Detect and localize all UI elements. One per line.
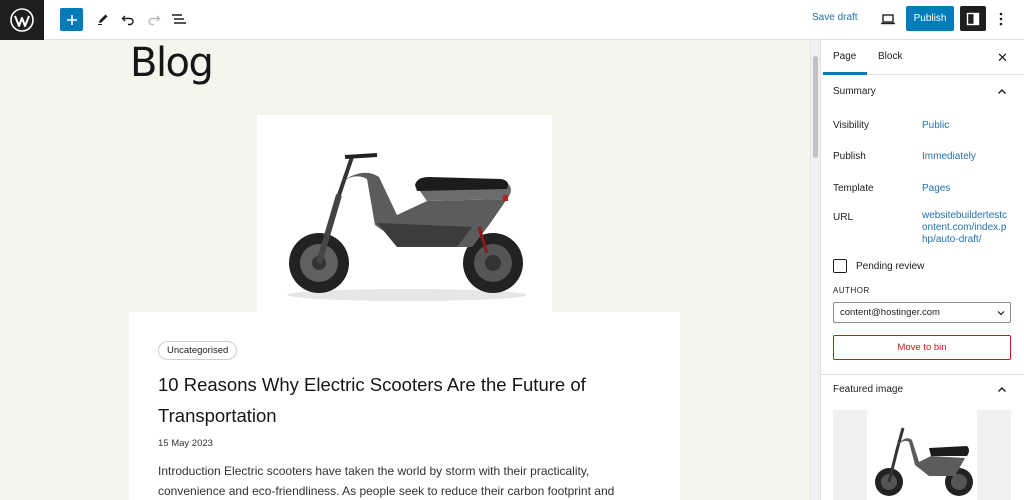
publish-label: Publish — [833, 151, 866, 162]
undo-icon — [121, 15, 134, 26]
pending-review-checkbox[interactable] — [833, 259, 847, 273]
template-label: Template — [833, 183, 874, 194]
summary-heading[interactable]: Summary — [833, 86, 876, 97]
post-title[interactable]: 10 Reasons Why Electric Scooters Are the… — [158, 369, 648, 431]
tab-block[interactable]: Block — [878, 51, 902, 62]
category-tag[interactable]: Uncategorised — [158, 341, 238, 360]
url-label: URL — [833, 212, 854, 223]
list-view-icon — [172, 14, 186, 24]
featured-image-block[interactable] — [257, 115, 552, 313]
editor-canvas[interactable]: Blog Uncategorised 10 Reasons Why Electr… — [0, 40, 810, 500]
laptop-icon — [881, 14, 895, 25]
settings-sidebar: Page Block ✕ Summary Visibility Public P… — [820, 40, 1024, 500]
post-excerpt: Introduction Electric scooters have take… — [158, 464, 615, 498]
featured-image-thumbnail — [867, 410, 977, 500]
chevron-up-icon[interactable] — [997, 385, 1007, 395]
chevron-down-icon — [997, 311, 1005, 316]
chevron-up-icon[interactable] — [997, 87, 1007, 97]
author-select-value: content@hostinger.com — [840, 307, 940, 318]
pencil-icon — [98, 14, 108, 25]
template-value[interactable]: Pages — [922, 183, 950, 194]
post-card: Uncategorised 10 Reasons Why Electric Sc… — [129, 312, 680, 500]
settings-toggle-button[interactable] — [960, 6, 986, 31]
pending-review-label[interactable]: Pending review — [856, 261, 924, 272]
options-menu-button[interactable] — [994, 8, 1008, 30]
editor-toolbar: Save draft Publish — [0, 0, 1024, 40]
document-overview-button[interactable] — [167, 7, 191, 31]
move-to-bin-button[interactable]: Move to bin — [833, 335, 1011, 360]
save-draft-button[interactable]: Save draft — [812, 12, 858, 23]
wordpress-logo-icon[interactable] — [0, 0, 44, 40]
undo-button[interactable] — [116, 7, 140, 31]
close-icon[interactable]: ✕ — [997, 50, 1008, 66]
tools-button[interactable] — [91, 7, 115, 31]
publish-date-value[interactable]: Immediately — [922, 151, 976, 162]
sidebar-panel-icon — [966, 12, 980, 25]
featured-image-preview[interactable] — [833, 410, 1011, 500]
featured-image-heading[interactable]: Featured image — [833, 384, 903, 395]
preview-button[interactable] — [876, 7, 900, 31]
plus-icon — [66, 14, 77, 25]
visibility-value[interactable]: Public — [922, 120, 949, 131]
active-tab-indicator — [823, 72, 867, 75]
sidebar-tabs: Page Block ✕ — [821, 40, 1024, 75]
vertical-ellipsis-icon — [999, 12, 1003, 26]
scooter-thumbnail-image — [875, 427, 973, 496]
section-divider — [821, 374, 1024, 375]
page-title[interactable]: Blog — [130, 40, 214, 86]
redo-button[interactable] — [142, 7, 166, 31]
canvas-scrollbar[interactable] — [810, 40, 820, 500]
author-select[interactable]: content@hostinger.com — [833, 302, 1011, 323]
scooter-image — [287, 153, 527, 301]
post-date: 15 May 2023 — [158, 438, 213, 449]
visibility-label: Visibility — [833, 120, 869, 131]
add-block-button[interactable] — [60, 8, 83, 31]
author-label: AUTHOR — [833, 286, 870, 295]
redo-icon — [148, 15, 161, 26]
scrollbar-thumb[interactable] — [813, 56, 818, 158]
tab-page[interactable]: Page — [833, 51, 856, 62]
publish-button[interactable]: Publish — [906, 6, 954, 31]
url-value[interactable]: websitebuildertestcontent.com/index.php/… — [922, 210, 1012, 246]
